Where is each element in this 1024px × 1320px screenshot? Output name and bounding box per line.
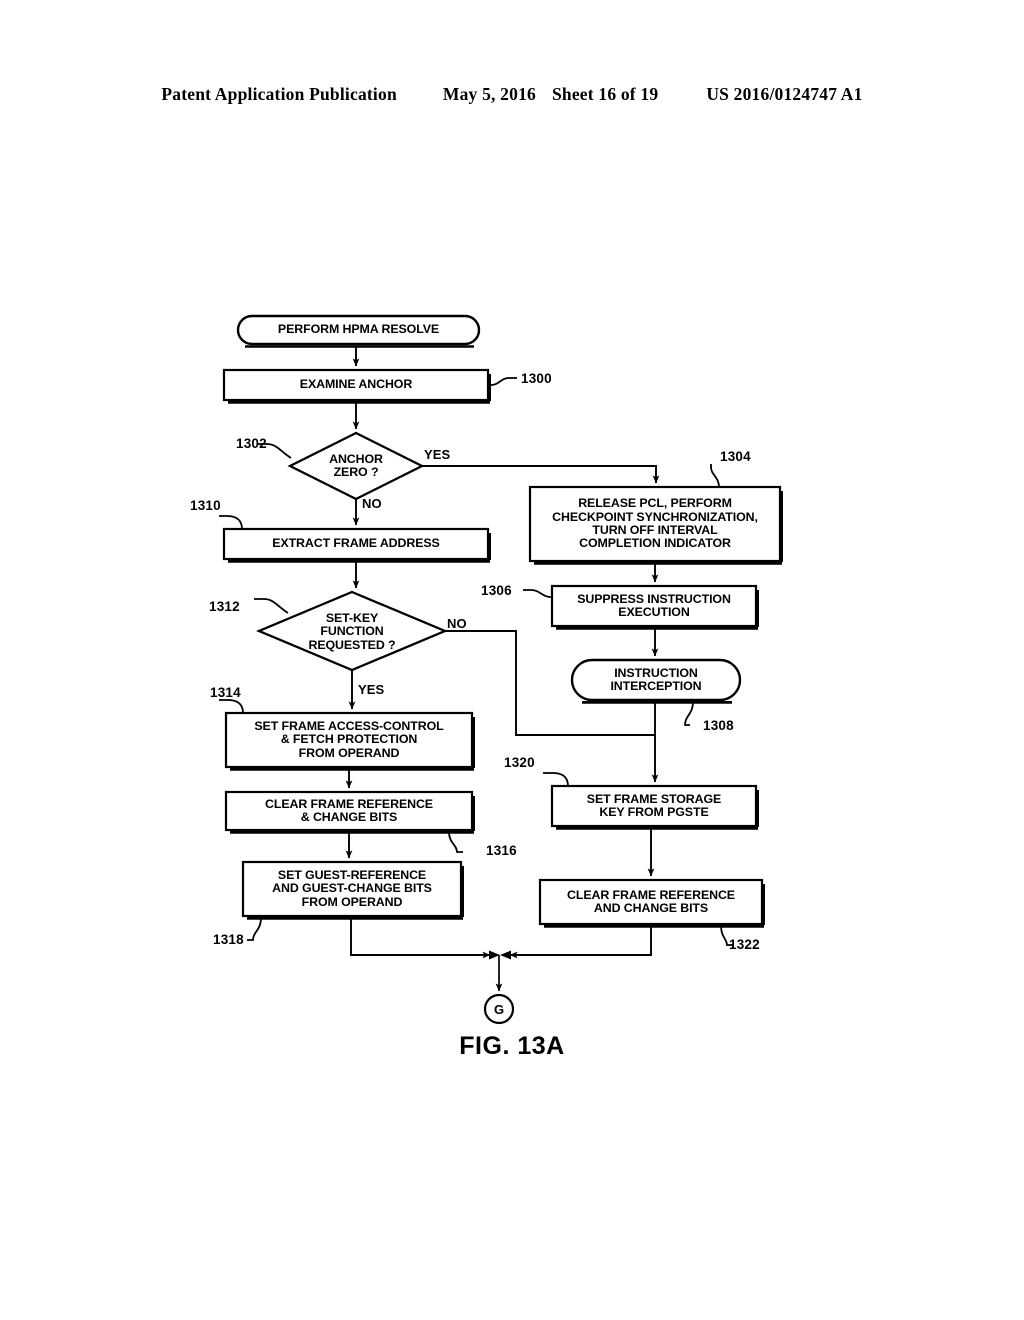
- shape-extract-frame-address: [222, 527, 490, 561]
- ref-numeral-1318: 1318: [213, 932, 244, 947]
- shape-set-frame-access-control: [224, 711, 474, 769]
- leader-1312: [254, 598, 289, 614]
- ref-numeral-1306: 1306: [481, 583, 512, 598]
- edge-label-anchor-zero-yes: YES: [424, 447, 451, 462]
- ref-numeral-1308: 1308: [703, 718, 734, 733]
- ref-numeral-1316: 1316: [486, 843, 517, 858]
- leader-1300: [490, 377, 517, 386]
- shape-release-pcl: [528, 485, 782, 563]
- ref-numeral-1320: 1320: [504, 755, 535, 770]
- leader-1304: [710, 464, 720, 488]
- edge-label-anchor-zero-no: NO: [362, 496, 382, 511]
- ref-numeral-1310: 1310: [190, 498, 221, 513]
- shape-clear-frame-reference-right: [538, 878, 764, 926]
- edge-guestref-to-junction: [350, 918, 491, 959]
- connector-g-label: G: [493, 1001, 505, 1017]
- ref-numeral-1302: 1302: [236, 436, 267, 451]
- ref-numeral-1312: 1312: [209, 599, 240, 614]
- leader-1314: [219, 699, 244, 714]
- ref-numeral-1304: 1304: [720, 449, 751, 464]
- flowchart-svg: [219, 314, 783, 1025]
- shape-set-guest-reference: [241, 860, 463, 918]
- leader-1316: [448, 831, 463, 853]
- shape-set-frame-storage-key: [550, 784, 758, 828]
- ref-numeral-1322: 1322: [729, 937, 760, 952]
- shape-examine-anchor: [222, 368, 490, 402]
- shape-clear-frame-reference-left: [224, 790, 474, 832]
- shape-set-key-function: [256, 590, 448, 672]
- shape-start-terminator: [236, 314, 481, 346]
- ref-numeral-1300: 1300: [521, 371, 552, 386]
- flowchart-diagram: PERFORM HPMA RESOLVE EXAMINE ANCHOR ANCH…: [0, 0, 1024, 1320]
- shape-suppress-instruction: [550, 584, 758, 628]
- leader-1318: [247, 917, 262, 941]
- leader-1320: [543, 772, 569, 787]
- shape-instruction-interception: [570, 658, 742, 702]
- leader-1310: [219, 515, 243, 530]
- figure-caption: FIG. 13A: [459, 1032, 565, 1060]
- shape-anchor-zero: [287, 431, 425, 501]
- edge-clearright-to-junction: [509, 926, 652, 959]
- leader-1308: [684, 701, 694, 726]
- edge-label-set-key-no: NO: [447, 616, 467, 631]
- edge-setkey-no: [445, 630, 659, 783]
- leader-1306: [523, 589, 552, 598]
- edge-label-set-key-yes: YES: [358, 682, 385, 697]
- edge-anchorzero-yes: [422, 465, 660, 484]
- ref-numeral-1314: 1314: [210, 685, 241, 700]
- junction-marker: [489, 950, 511, 960]
